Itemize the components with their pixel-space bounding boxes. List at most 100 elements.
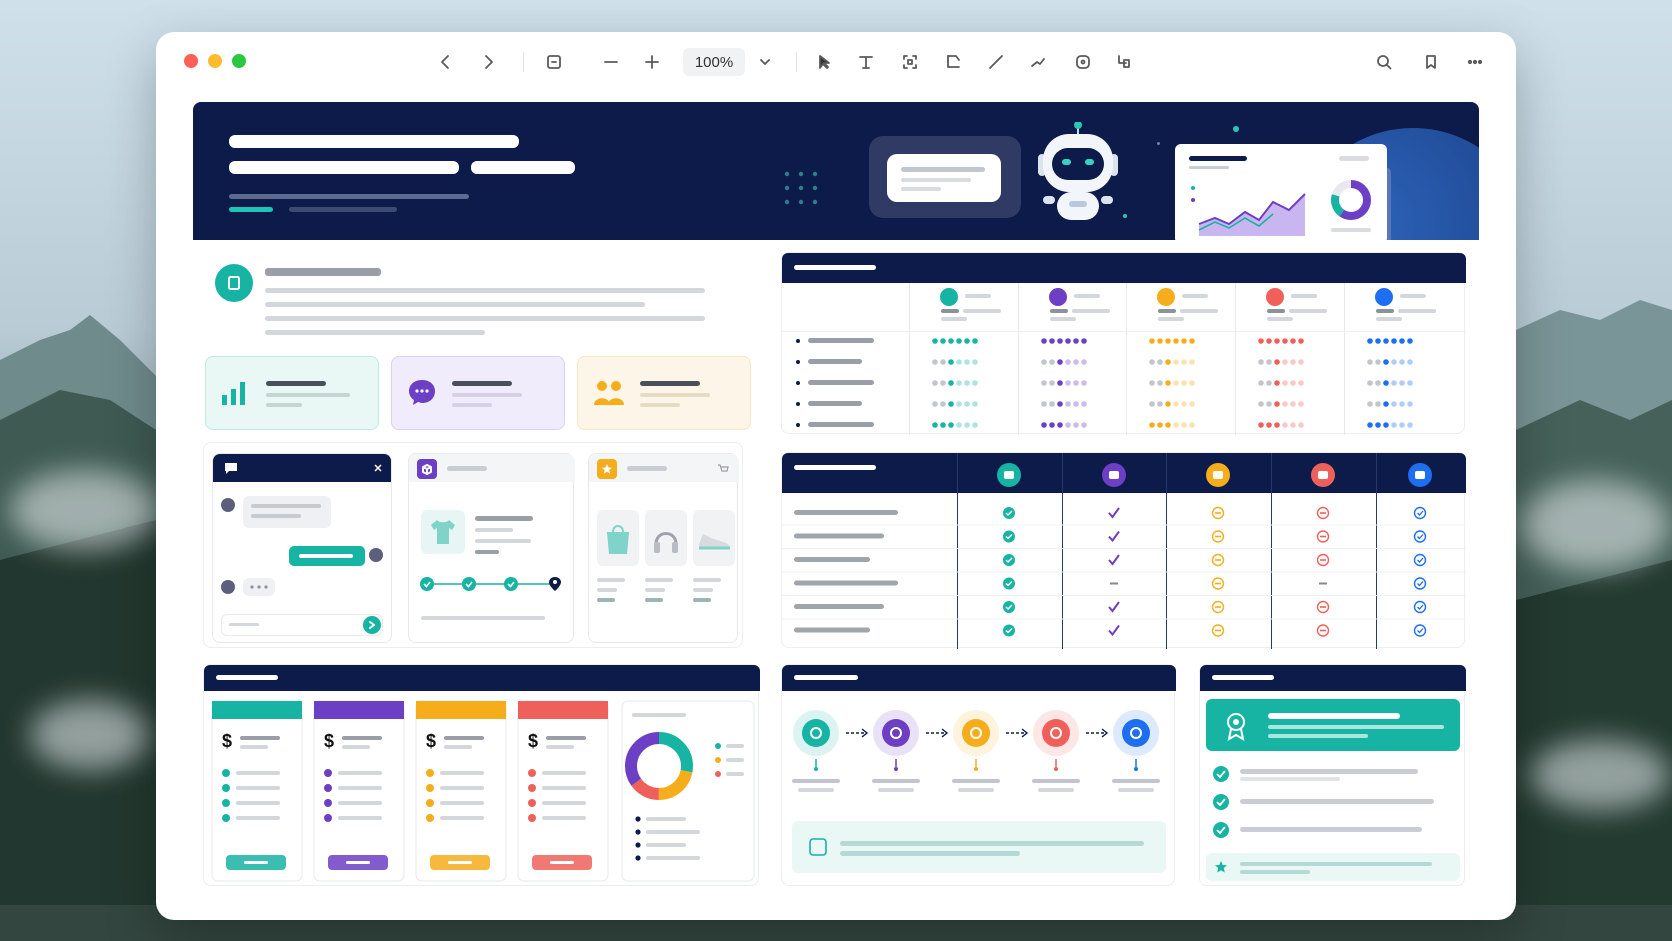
design-canvas[interactable]: $ $ $ $ (193, 102, 1479, 900)
comparison-row (796, 359, 1413, 365)
back-icon[interactable] (433, 49, 459, 75)
process-footer[interactable] (792, 821, 1166, 873)
rocket-icon (1112, 710, 1160, 792)
link-icon[interactable] (1111, 49, 1137, 75)
flow-arrow (1086, 728, 1109, 738)
robot-icon (1038, 122, 1118, 220)
chat-widget[interactable] (212, 453, 392, 643)
process-panel[interactable] (781, 664, 1176, 886)
zoom-level[interactable]: 100% (683, 48, 745, 76)
fit-icon[interactable] (541, 49, 567, 75)
tshirt-icon (431, 520, 455, 544)
feature-matrix-grid (782, 463, 1466, 637)
star-icon (597, 459, 617, 479)
flow-arrow (846, 728, 869, 738)
pricing-card[interactable]: $ (517, 700, 609, 882)
feature-matrix-row (782, 571, 1466, 590)
feature-card-messaging[interactable] (391, 356, 565, 430)
donut-chart (621, 700, 755, 882)
comparison-column-header (1375, 288, 1436, 321)
more-icon[interactable] (1462, 49, 1488, 75)
pricing-card[interactable]: $ (313, 700, 405, 882)
feature-card-team[interactable] (577, 356, 751, 430)
maximize-window-button[interactable] (232, 54, 246, 68)
comparison-row (796, 401, 1413, 407)
line-icon[interactable] (983, 49, 1009, 75)
bag-icon (607, 525, 629, 554)
spreadsheet-icon (1408, 463, 1432, 487)
minimize-window-button[interactable] (208, 54, 222, 68)
comparison-column-header (1157, 288, 1218, 321)
typing-indicator-icon (250, 585, 268, 589)
megaphone-icon (952, 710, 1000, 792)
flow-arrow (926, 728, 949, 738)
star-icon (1215, 861, 1227, 873)
target-icon (792, 710, 840, 792)
team-icon (1102, 463, 1126, 487)
send-icon[interactable] (363, 616, 381, 634)
box-icon (417, 459, 437, 479)
frame-icon[interactable] (897, 49, 923, 75)
pricing-cards: $ $ $ $ (211, 700, 755, 882)
people-icon (594, 381, 624, 405)
currency-symbol: $ (222, 731, 232, 751)
currency-symbol: $ (324, 731, 334, 751)
toolbar: 100% (156, 32, 1516, 90)
feature-matrix-row (782, 548, 1466, 567)
sneaker-icon (699, 534, 730, 550)
pricing-card[interactable]: $ (415, 700, 507, 882)
pointer-icon[interactable] (811, 49, 837, 75)
currency-symbol: $ (426, 731, 436, 751)
building-icon (215, 264, 253, 302)
tracking-progress (420, 577, 561, 591)
bookmark-icon[interactable] (1418, 49, 1444, 75)
comparison-row (796, 422, 1413, 428)
close-window-button[interactable] (184, 54, 198, 68)
product-widget[interactable] (588, 453, 739, 643)
zoom-dropdown-icon[interactable] (752, 49, 778, 75)
cart-icon[interactable] (717, 463, 729, 475)
process-flow (792, 710, 1166, 873)
team-icon (872, 710, 920, 792)
pricing-panel[interactable]: $ $ $ $ (203, 664, 760, 886)
connector-icon[interactable] (1025, 49, 1051, 75)
bar-chart-icon (222, 382, 245, 405)
avatar (369, 548, 383, 562)
widget-showcase[interactable] (203, 442, 743, 648)
feature-card-analytics[interactable] (205, 356, 379, 430)
feature-matrix[interactable] (781, 452, 1466, 649)
pricing-card[interactable]: $ (211, 700, 303, 882)
crop-icon[interactable] (940, 49, 966, 75)
comparison-table-grid (796, 288, 1436, 428)
zoom-out-icon[interactable] (598, 49, 624, 75)
comparison-row (796, 380, 1413, 386)
report-icon (1311, 463, 1335, 487)
avatar (221, 580, 235, 594)
forward-icon[interactable] (475, 49, 501, 75)
analytics-card-preview (1175, 144, 1387, 240)
app-window: 100% $ $ $ $ (156, 32, 1516, 920)
feature-matrix-row (794, 506, 1427, 520)
feature-matrix-row (782, 524, 1466, 543)
hero-banner[interactable] (193, 102, 1479, 240)
intro-section[interactable] (203, 252, 751, 430)
avatar (221, 498, 235, 512)
search-icon[interactable] (1371, 49, 1397, 75)
award-banner[interactable] (1206, 699, 1460, 751)
comparison-column-header (1266, 288, 1327, 321)
comparison-column-header (940, 288, 1001, 321)
close-icon[interactable] (373, 463, 383, 473)
highlight-row[interactable] (1206, 853, 1460, 881)
order-tracking-widget[interactable] (408, 453, 575, 643)
chat-icon (225, 463, 237, 474)
headphones-icon (654, 532, 678, 553)
chat-bubble-icon (409, 380, 435, 405)
shape-icon[interactable] (1070, 49, 1096, 75)
text-icon[interactable] (853, 49, 879, 75)
checklist-panel[interactable] (1199, 664, 1466, 886)
comparison-table[interactable] (781, 252, 1466, 435)
decorative-dots (784, 171, 818, 205)
zoom-in-icon[interactable] (639, 49, 665, 75)
flow-arrow (1006, 728, 1029, 738)
currency-symbol: $ (528, 731, 538, 751)
